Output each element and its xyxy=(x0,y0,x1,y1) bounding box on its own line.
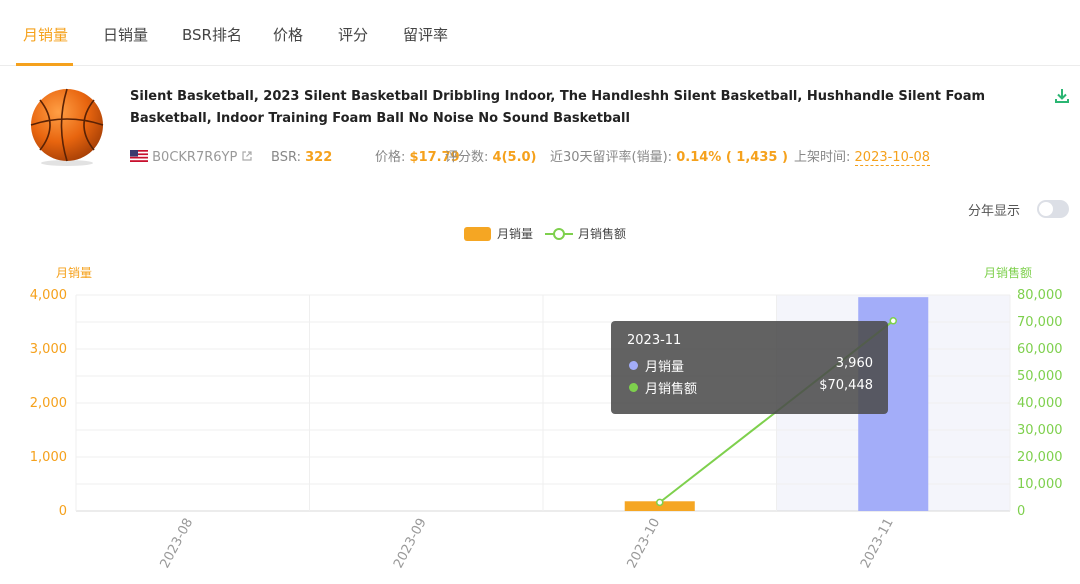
tooltip-title: 2023-11 xyxy=(627,333,682,348)
tooltip-name-revenue: 月销售额 xyxy=(645,382,698,397)
download-icon[interactable] xyxy=(1054,88,1070,104)
active-tab-indicator xyxy=(16,63,73,66)
rating-label: 评分数: xyxy=(445,150,489,165)
tab-price[interactable]: 价格 xyxy=(273,24,303,45)
sales-chart: 0 1,000 2,000 3,000 4,000 0 10,000 20,000 30,000… xyxy=(30,288,1063,571)
y-tick-left: 0 xyxy=(59,504,67,519)
external-link-icon[interactable] xyxy=(241,150,253,162)
basketball-image xyxy=(30,88,104,166)
product-title[interactable]: Silent Basketball, 2023 Silent Basketbal… xyxy=(130,86,1040,130)
tooltip-value-revenue: $70,448 xyxy=(819,378,873,393)
y-tick-right: 0 xyxy=(1017,504,1025,519)
y-tick-right: 80,000 xyxy=(1017,288,1063,303)
y-tick-right: 40,000 xyxy=(1017,396,1063,411)
y-tick-right: 70,000 xyxy=(1017,315,1063,330)
price-label: 价格: xyxy=(375,150,406,165)
toggle-knob xyxy=(1039,202,1053,216)
tab-bsr-rank[interactable]: BSR排名 xyxy=(182,24,242,45)
bsr-value: 322 xyxy=(305,150,333,165)
tab-bar: 月销量 日销量 BSR排名 价格 评分 留评率 xyxy=(0,0,1080,66)
y-tick-right: 30,000 xyxy=(1017,423,1063,438)
revenue-point-2023-11 xyxy=(889,317,897,325)
tooltip-value-sales: 3,960 xyxy=(835,356,873,371)
review-rate-label: 近30天留评率(销量): xyxy=(550,150,673,165)
tooltip-row-revenue: 月销售额 $70,448 xyxy=(627,378,873,397)
tooltip-dot-revenue xyxy=(629,383,638,392)
tab-monthly-sales[interactable]: 月销量 xyxy=(23,24,68,45)
us-flag-icon xyxy=(130,150,148,162)
x-tick-label: 2023-10 xyxy=(625,516,664,571)
chart-tooltip: 2023-11 月销量 3,960 月销售额 $70,448 xyxy=(611,321,888,414)
legend-bar-swatch[interactable] xyxy=(464,227,491,241)
tooltip-name-sales: 月销量 xyxy=(645,360,685,375)
rating-value: 4(5.0) xyxy=(492,150,537,165)
revenue-point-2023-10 xyxy=(656,498,664,507)
asin-link[interactable]: B0CKR7R6YP xyxy=(152,150,237,165)
legend-line-swatch[interactable] xyxy=(545,227,573,241)
y-tick-right: 60,000 xyxy=(1017,342,1063,357)
legend-monthly-sales[interactable]: 月销量 xyxy=(497,225,533,242)
listed-date-value[interactable]: 2023-10-08 xyxy=(854,150,931,166)
x-tick-label: 2023-11 xyxy=(858,516,897,571)
review-rate-value: 0.14% ( 1,435 ) xyxy=(676,150,788,165)
year-toggle[interactable] xyxy=(1037,200,1069,218)
y-tick-right: 20,000 xyxy=(1017,450,1063,465)
y-tick-left: 2,000 xyxy=(30,396,67,411)
y-tick-left: 4,000 xyxy=(30,288,67,303)
listed-date-label: 上架时间: xyxy=(794,150,851,165)
tooltip-row-sales: 月销量 3,960 xyxy=(627,356,873,375)
y-tick-right: 50,000 xyxy=(1017,369,1063,384)
tab-review-rate[interactable]: 留评率 xyxy=(403,24,448,45)
x-tick-label: 2023-09 xyxy=(391,516,430,571)
legend-monthly-revenue[interactable]: 月销售额 xyxy=(578,225,626,242)
y-tick-left: 3,000 xyxy=(30,342,67,357)
bsr-label: BSR: xyxy=(271,150,301,165)
x-tick-label: 2023-08 xyxy=(158,516,197,571)
year-toggle-label: 分年显示 xyxy=(968,204,1021,219)
y-tick-right: 10,000 xyxy=(1017,477,1063,492)
y-tick-left: 1,000 xyxy=(30,450,67,465)
tab-daily-sales[interactable]: 日销量 xyxy=(103,24,148,45)
tooltip-dot-sales xyxy=(629,361,638,370)
tab-rating[interactable]: 评分 xyxy=(338,24,368,45)
